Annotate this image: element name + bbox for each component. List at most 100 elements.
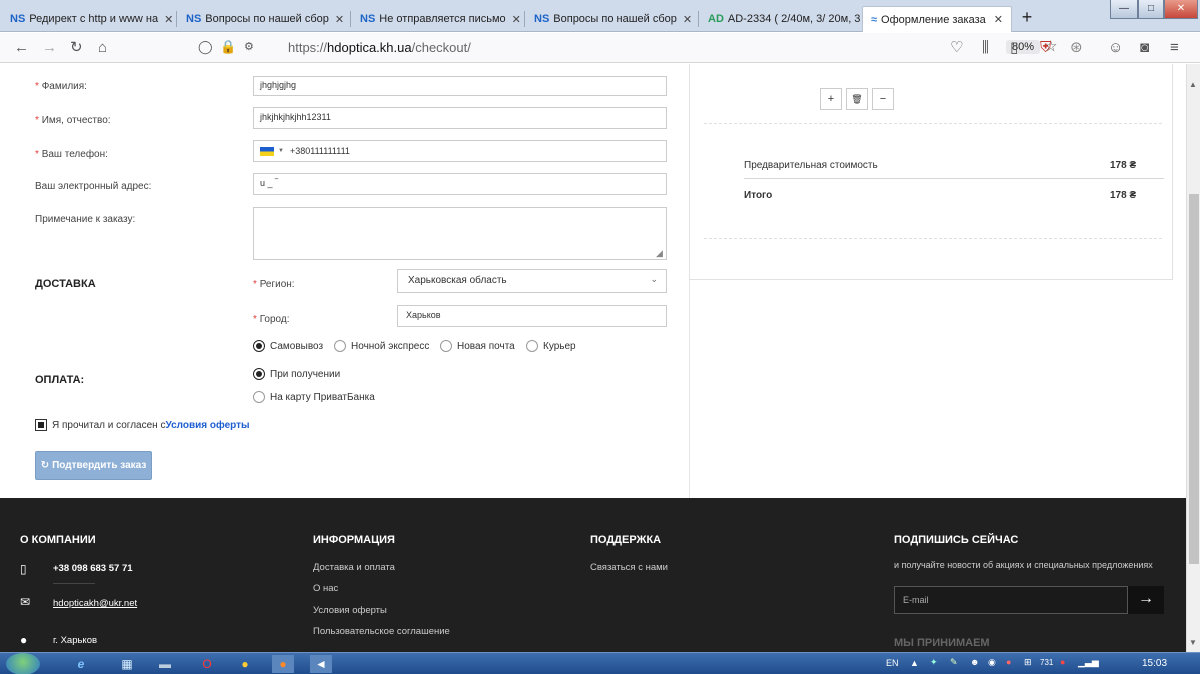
- delivery-option-night-express[interactable]: Ночной экспресс: [334, 340, 429, 352]
- explorer-icon[interactable]: ▦: [116, 655, 138, 673]
- lock-icon[interactable]: 🔒: [220, 37, 236, 57]
- antivirus-icon[interactable]: ●: [1006, 657, 1011, 667]
- phone-input[interactable]: ▼ +380111111111: [253, 140, 667, 162]
- radio-icon: [253, 368, 265, 380]
- browser-tab-3[interactable]: NS Не отправляется письмо ✕: [352, 6, 522, 32]
- footer-link-offer[interactable]: Условия оферты: [313, 605, 387, 616]
- browser-tab-4[interactable]: NS Вопросы по нашей сбор ✕: [526, 6, 696, 32]
- window-close-button[interactable]: ✕: [1164, 0, 1198, 19]
- footer-link-contact[interactable]: Связаться с нами: [590, 562, 668, 573]
- close-icon[interactable]: ✕: [335, 13, 344, 26]
- resize-handle-icon[interactable]: ◢: [656, 248, 663, 259]
- close-icon[interactable]: ✕: [683, 13, 692, 26]
- payment-option-privatbank-card[interactable]: На карту ПриватБанка: [253, 391, 375, 403]
- app-icon[interactable]: ▬: [154, 655, 176, 673]
- scrollbar-thumb[interactable]: [1189, 194, 1199, 564]
- confirm-order-button[interactable]: ↻ Подтвердить заказ: [35, 451, 152, 480]
- payment-option-on-delivery[interactable]: При получении: [253, 368, 340, 380]
- chevron-down-icon: ▼: [278, 148, 284, 154]
- browser-tab-2[interactable]: NS Вопросы по нашей сбор ✕: [178, 6, 348, 32]
- footer-link-delivery[interactable]: Доставка и оплата: [313, 562, 395, 573]
- region-select[interactable]: Харьковская область ⌄: [397, 269, 667, 293]
- sidebar-icon[interactable]: ▯: [1010, 38, 1018, 58]
- delivery-option-nova-poshta[interactable]: Новая почта: [440, 340, 515, 352]
- delete-item-button[interactable]: 🗑: [846, 88, 868, 110]
- network-app-icon[interactable]: ✦: [930, 657, 938, 668]
- phone-value: +380111111111: [289, 146, 350, 156]
- trash-icon: 🗑: [851, 94, 863, 104]
- language-indicator[interactable]: EN: [886, 658, 899, 668]
- back-icon[interactable]: ←: [14, 38, 29, 58]
- region-label: * Регион:: [253, 279, 295, 290]
- close-icon[interactable]: ✕: [994, 13, 1003, 26]
- footer-phone[interactable]: +38 098 683 57 71: [53, 563, 133, 574]
- delivery-option-pickup[interactable]: Самовывоз: [253, 340, 323, 352]
- telegram-icon[interactable]: ◄: [310, 655, 332, 673]
- new-tab-button[interactable]: +: [1014, 6, 1040, 30]
- tray-counter[interactable]: 731: [1040, 658, 1053, 667]
- tray-app-icon[interactable]: ⊞: [1024, 657, 1032, 668]
- maximize-button[interactable]: □: [1138, 0, 1164, 19]
- windows-taskbar: e ▦ ▬ O ● ● ◄ EN ▲ ✦ ✎ ☻ ◉ ● ⊞ 731 ● ▁▃▅…: [0, 652, 1200, 674]
- ie-icon[interactable]: e: [70, 655, 92, 673]
- library-icon[interactable]: ⫼: [982, 38, 989, 58]
- quantity-minus-button[interactable]: −: [872, 88, 894, 110]
- close-icon[interactable]: ✕: [164, 13, 173, 26]
- opera-tray-icon[interactable]: ●: [1060, 657, 1065, 667]
- refresh-icon: ↻: [40, 460, 50, 471]
- extension-icon[interactable]: ⊛: [1070, 38, 1083, 58]
- close-icon[interactable]: ✕: [512, 13, 521, 26]
- minimize-button[interactable]: —: [1110, 0, 1138, 19]
- start-button[interactable]: [6, 653, 40, 674]
- url-text: https://hdoptica.kh.ua/checkout/: [288, 40, 471, 55]
- permissions-icon[interactable]: ⚙: [244, 37, 254, 57]
- tab-favicon: NS: [10, 13, 26, 25]
- name-input[interactable]: jhkjhkjhkjhh12311: [253, 107, 667, 129]
- delivery-option-courier[interactable]: Курьер: [526, 340, 576, 352]
- browser-tab-1[interactable]: NS Редирект с http и www на ✕: [2, 6, 174, 32]
- avatar-icon[interactable]: ☺: [1108, 38, 1123, 58]
- browser-tab-active[interactable]: ≈ Оформление заказа ✕: [862, 6, 1012, 32]
- clock[interactable]: 15:03: [1142, 658, 1167, 669]
- opera-icon[interactable]: O: [196, 655, 218, 673]
- radio-icon: [526, 340, 538, 352]
- signal-icon[interactable]: ▁▃▅: [1078, 657, 1099, 668]
- screenshot-icon[interactable]: ◙: [1140, 38, 1149, 58]
- page-scrollbar[interactable]: ▲ ▼: [1186, 64, 1200, 652]
- show-hidden-icon[interactable]: ▲: [910, 658, 919, 668]
- menu-icon[interactable]: ≡: [1170, 38, 1179, 58]
- shield-icon[interactable]: ◯: [198, 37, 213, 57]
- offer-terms-link[interactable]: Условия оферты: [165, 420, 249, 431]
- pocket-icon[interactable]: ♡: [950, 38, 963, 58]
- scroll-up-icon[interactable]: ▲: [1189, 80, 1197, 89]
- city-input[interactable]: Харьков: [397, 305, 667, 327]
- scroll-down-icon[interactable]: ▼: [1189, 638, 1197, 647]
- volume-icon[interactable]: ◉: [988, 657, 996, 668]
- agreement-checkbox[interactable]: Я прочитал и согласен с Условия оферты: [35, 419, 250, 431]
- subscribe-email-input[interactable]: E-mail: [894, 586, 1128, 614]
- firefox-icon[interactable]: ●: [272, 655, 294, 673]
- ukraine-flag-icon[interactable]: [260, 146, 274, 156]
- tab-title: Не отправляется письмо: [379, 13, 506, 25]
- footer-email-link[interactable]: hdopticakh@ukr.net: [53, 598, 137, 609]
- address-bar[interactable]: ◯ 🔒 ⚙ https://hdoptica.kh.ua/checkout/ 8…: [198, 37, 1057, 59]
- chrome-icon[interactable]: ●: [234, 655, 256, 673]
- note-textarea[interactable]: [253, 207, 667, 260]
- subscribe-send-button[interactable]: →: [1128, 586, 1164, 614]
- ublock-icon[interactable]: ⛨: [1040, 38, 1051, 58]
- forward-icon[interactable]: →: [42, 38, 57, 58]
- checkbox-icon: [35, 419, 47, 431]
- radio-icon: [440, 340, 452, 352]
- footer-link-user-agreement[interactable]: Пользовательское соглашение: [313, 626, 450, 637]
- user-icon[interactable]: ☻: [970, 657, 979, 667]
- city-label: * Город:: [253, 314, 290, 325]
- home-icon[interactable]: ⌂: [98, 38, 107, 58]
- tab-title: Вопросы по нашей сбор: [205, 13, 329, 25]
- pen-icon[interactable]: ✎: [950, 657, 958, 668]
- quantity-plus-button[interactable]: +: [820, 88, 842, 110]
- surname-input[interactable]: jhghjgjhg: [253, 76, 667, 96]
- browser-tab-5[interactable]: AD AD-2334 ( 2/40м, 3/ 20м, 3 ✕: [700, 6, 860, 32]
- footer-link-about[interactable]: О нас: [313, 583, 338, 594]
- email-input[interactable]: u _ ‾: [253, 173, 667, 195]
- reload-icon[interactable]: ↻: [70, 38, 83, 58]
